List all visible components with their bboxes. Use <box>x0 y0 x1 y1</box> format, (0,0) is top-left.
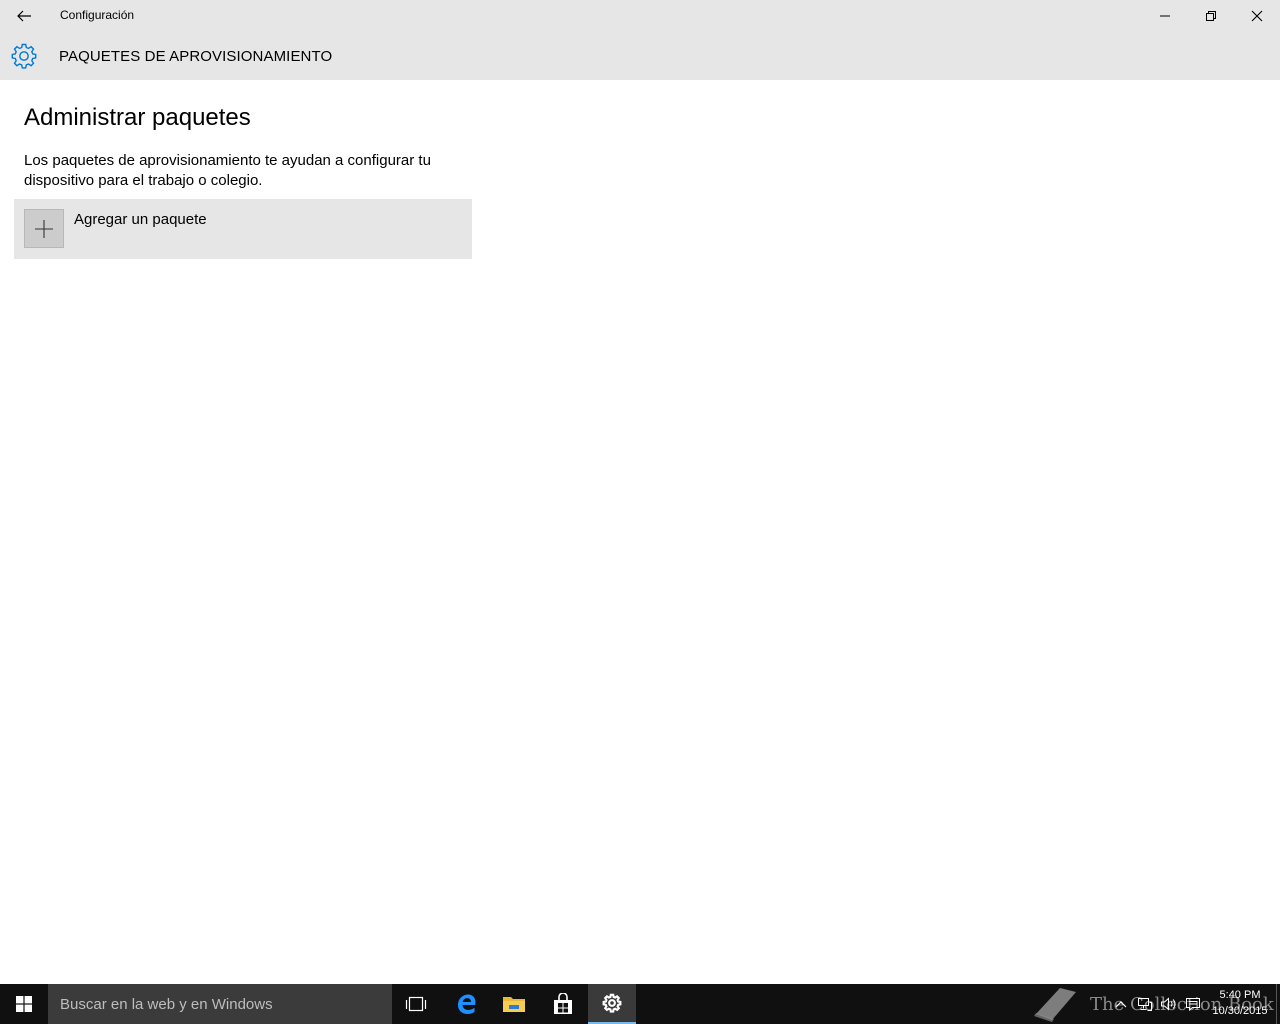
search-placeholder: Buscar en la web y en Windows <box>60 996 273 1013</box>
task-view-button[interactable] <box>392 984 440 1024</box>
network-icon <box>1138 998 1152 1011</box>
task-view-icon <box>405 996 427 1012</box>
plus-icon <box>35 219 53 238</box>
network-button[interactable] <box>1134 984 1156 1024</box>
clock-date: 10/30/2015 <box>1212 1005 1268 1017</box>
close-icon <box>1251 10 1263 22</box>
restore-icon <box>1206 11 1216 21</box>
edge-button[interactable] <box>442 984 490 1024</box>
minimize-icon <box>1160 15 1170 17</box>
window-title: Configuración <box>60 8 135 22</box>
taskbar: Buscar en la web y en Windows The Collec… <box>0 984 1280 1024</box>
notification-icon <box>1186 998 1200 1011</box>
close-button[interactable] <box>1234 0 1280 32</box>
show-hidden-icons-button[interactable] <box>1110 984 1132 1024</box>
settings-header: PAQUETES DE APROVISIONAMIENTO <box>0 32 1280 80</box>
chevron-up-icon <box>1115 1001 1127 1008</box>
show-desktop-button[interactable] <box>1276 984 1280 1024</box>
windows-logo-icon <box>16 996 32 1012</box>
edge-icon <box>458 994 476 1014</box>
section-description: Los paquetes de aprovisionamiento te ayu… <box>24 152 431 189</box>
settings-icon <box>602 993 622 1013</box>
content-area: Administrar paquetes Los paquetes de apr… <box>0 80 1280 984</box>
clock-time: 5:40 PM <box>1219 989 1261 1001</box>
store-button[interactable] <box>539 984 587 1024</box>
file-explorer-button[interactable] <box>490 984 538 1024</box>
start-button[interactable] <box>0 984 48 1024</box>
add-package-button[interactable]: Agregar un paquete <box>14 199 472 259</box>
system-clock[interactable]: 5:40 PM 10/30/2015 <box>1206 987 1274 1019</box>
action-center-button[interactable] <box>1182 984 1204 1024</box>
back-button[interactable] <box>0 0 48 32</box>
volume-button[interactable] <box>1158 984 1180 1024</box>
gear-icon <box>11 43 37 69</box>
search-input[interactable]: Buscar en la web y en Windows <box>48 984 392 1024</box>
minimize-button[interactable] <box>1142 0 1188 32</box>
page-title: PAQUETES DE APROVISIONAMIENTO <box>59 48 333 65</box>
section-heading: Administrar paquetes <box>24 104 251 131</box>
book-logo-icon <box>1034 988 1076 1022</box>
add-package-label: Agregar un paquete <box>74 211 207 228</box>
settings-taskbar-button[interactable] <box>588 984 636 1024</box>
back-arrow-icon <box>17 10 31 22</box>
file-explorer-icon <box>503 997 525 1012</box>
volume-icon <box>1161 997 1176 1011</box>
add-icon-box <box>24 209 64 248</box>
store-icon <box>554 993 572 1014</box>
restore-button[interactable] <box>1188 0 1234 32</box>
title-bar: Configuración <box>0 0 1280 32</box>
